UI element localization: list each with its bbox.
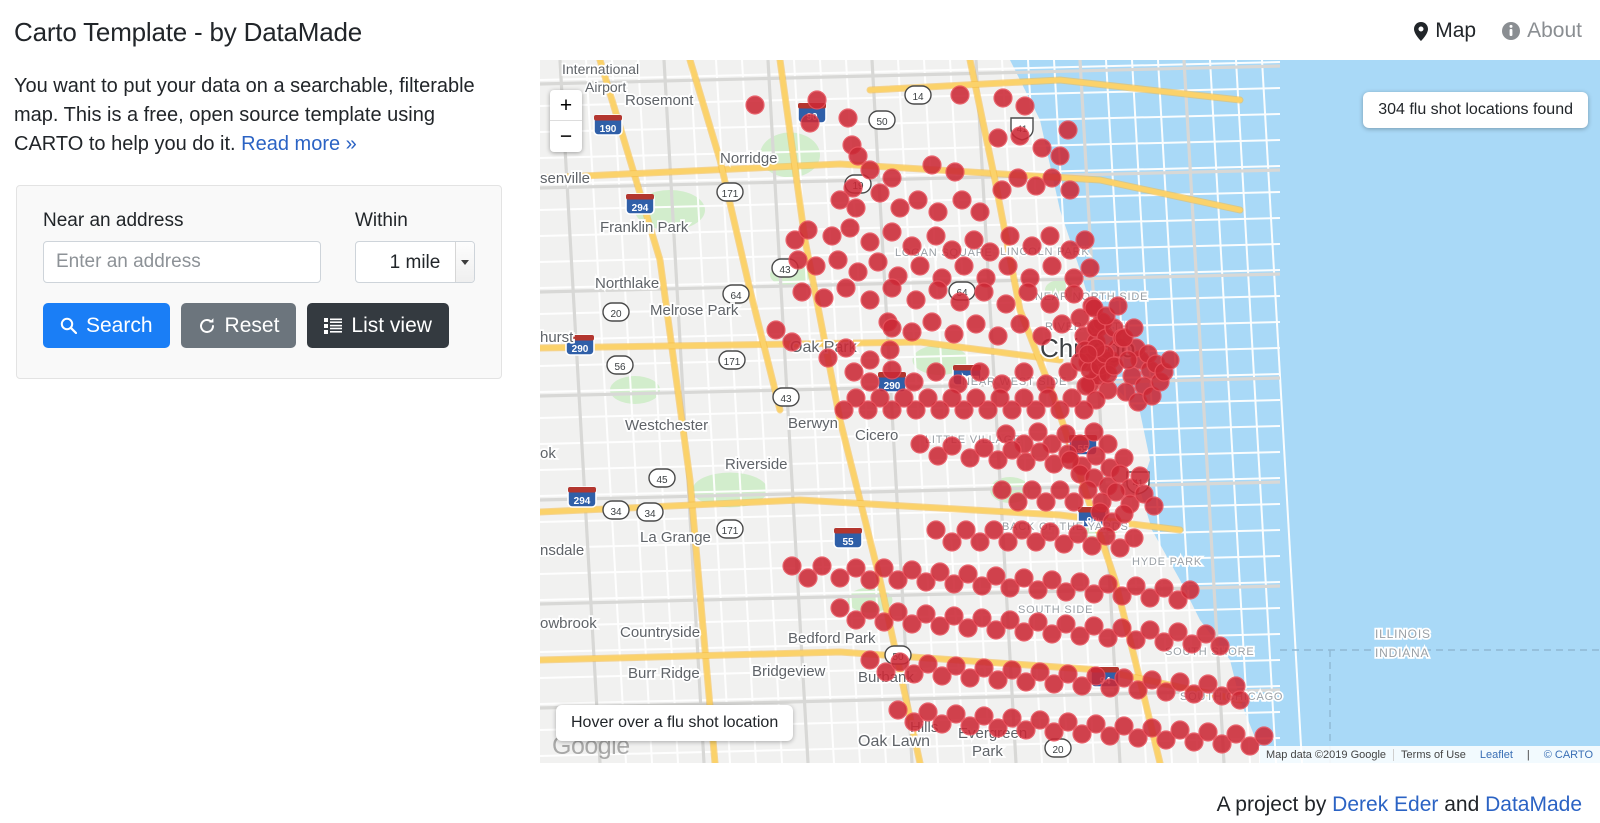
svg-text:HYDE PARK: HYDE PARK bbox=[1132, 556, 1202, 568]
svg-text:50: 50 bbox=[876, 117, 888, 128]
app-root: Carto Template - by DataMade Map About Y… bbox=[0, 0, 1600, 823]
info-circle-icon bbox=[1502, 22, 1521, 40]
svg-text:nsdale: nsdale bbox=[540, 542, 584, 559]
svg-text:20: 20 bbox=[610, 309, 622, 320]
svg-text:190: 190 bbox=[600, 124, 617, 135]
svg-text:43: 43 bbox=[779, 265, 791, 276]
magnifier-icon bbox=[60, 317, 77, 334]
svg-text:senville: senville bbox=[540, 170, 590, 187]
search-input[interactable] bbox=[43, 241, 321, 283]
svg-text:Park: Park bbox=[972, 743, 1003, 760]
svg-text:Riverside: Riverside bbox=[725, 456, 788, 473]
svg-text:International: International bbox=[562, 61, 639, 77]
address-label: Near an address bbox=[43, 210, 184, 231]
svg-text:34: 34 bbox=[610, 507, 622, 518]
map-attribution: Map data ©2019 Google Terms of Use Leafl… bbox=[1259, 746, 1600, 763]
hover-hint-tooltip: Hover over a flu shot location bbox=[556, 705, 794, 741]
attribution-carto-link[interactable]: © CARTO bbox=[1537, 749, 1600, 761]
svg-text:171: 171 bbox=[722, 526, 739, 537]
svg-text:56: 56 bbox=[614, 362, 626, 373]
zoom-out-button[interactable]: − bbox=[550, 121, 582, 152]
nav-item-map[interactable]: Map bbox=[1414, 19, 1476, 43]
svg-text:Bridgeview: Bridgeview bbox=[752, 663, 826, 680]
svg-text:20: 20 bbox=[1052, 745, 1064, 756]
leaflet-link-text[interactable]: Leaflet bbox=[1480, 749, 1513, 761]
within-select-shell: 1 mile bbox=[355, 241, 475, 283]
svg-text:Rosemont: Rosemont bbox=[625, 92, 694, 109]
map-basemap: 1450419019019171294436464202901715629090… bbox=[540, 60, 1600, 763]
list-icon bbox=[324, 317, 343, 334]
svg-text:Countryside: Countryside bbox=[620, 624, 700, 641]
svg-text:Cicero: Cicero bbox=[855, 427, 898, 444]
attribution-leaflet-link[interactable]: Leaflet bbox=[1473, 749, 1520, 761]
svg-text:Berwyn: Berwyn bbox=[788, 415, 838, 432]
svg-text:INDIANA: INDIANA bbox=[1375, 646, 1429, 660]
svg-text:Franklin Park: Franklin Park bbox=[600, 219, 689, 236]
nav-item-about-label: About bbox=[1527, 19, 1582, 42]
svg-text:Oak Lawn: Oak Lawn bbox=[858, 733, 930, 750]
svg-text:SOUTH SIDE: SOUTH SIDE bbox=[1018, 604, 1093, 616]
search-panel: Near an address Within 1 mile bbox=[16, 185, 502, 379]
svg-text:43: 43 bbox=[780, 394, 792, 405]
reset-button-label: Reset bbox=[224, 313, 280, 337]
nav-item-map-label: Map bbox=[1435, 19, 1477, 42]
svg-text:Melrose Park: Melrose Park bbox=[650, 302, 739, 319]
svg-text:294: 294 bbox=[632, 203, 649, 214]
svg-text:55: 55 bbox=[842, 537, 854, 548]
svg-text:64: 64 bbox=[730, 291, 742, 302]
svg-text:Westchester: Westchester bbox=[625, 417, 708, 434]
svg-text:14: 14 bbox=[912, 92, 924, 103]
page-title: Carto Template - by DataMade bbox=[14, 17, 362, 47]
svg-text:Norridge: Norridge bbox=[720, 150, 778, 167]
svg-text:294: 294 bbox=[574, 496, 591, 507]
within-field-group: Within 1 mile bbox=[355, 210, 475, 283]
svg-text:Burr Ridge: Burr Ridge bbox=[628, 665, 700, 682]
refresh-icon bbox=[198, 317, 216, 335]
site-footer: A project by Derek Eder and DataMade bbox=[1217, 793, 1582, 817]
map-zoom-controls: + − bbox=[550, 90, 582, 152]
search-actions: Search Reset List view bbox=[17, 283, 501, 348]
svg-text:171: 171 bbox=[724, 357, 741, 368]
map-pin-icon bbox=[1414, 21, 1429, 41]
svg-text:ILLINOIS: ILLINOIS bbox=[1375, 627, 1431, 641]
within-select[interactable]: 1 mile bbox=[355, 241, 475, 283]
list-view-button[interactable]: List view bbox=[307, 303, 449, 348]
svg-text:Airport: Airport bbox=[585, 79, 626, 95]
attribution-separator: | bbox=[1526, 748, 1530, 761]
search-fields-row: Near an address Within 1 mile bbox=[17, 186, 501, 283]
svg-text:34: 34 bbox=[644, 509, 656, 520]
list-view-button-label: List view bbox=[351, 313, 432, 337]
nav-item-about[interactable]: About bbox=[1502, 19, 1582, 43]
svg-text:La Grange: La Grange bbox=[640, 529, 711, 546]
svg-text:290: 290 bbox=[572, 344, 589, 355]
svg-text:45: 45 bbox=[656, 475, 668, 486]
footer-prefix: A project by bbox=[1216, 793, 1333, 816]
search-button-label: Search bbox=[86, 313, 153, 337]
svg-text:Northlake: Northlake bbox=[595, 275, 659, 292]
address-field-group: Near an address bbox=[43, 210, 321, 283]
attribution-map-data: Map data ©2019 Google bbox=[1266, 748, 1387, 761]
svg-text:hurst: hurst bbox=[540, 329, 574, 346]
svg-text:Bedford Park: Bedford Park bbox=[788, 630, 876, 647]
footer-author-link[interactable]: Derek Eder bbox=[1332, 793, 1438, 816]
svg-text:owbrook: owbrook bbox=[540, 615, 597, 632]
svg-text:ok: ok bbox=[540, 445, 556, 462]
attribution-terms-link[interactable]: Terms of Use bbox=[1394, 749, 1473, 761]
zoom-in-button[interactable]: + bbox=[550, 90, 582, 121]
read-more-link[interactable]: Read more » bbox=[241, 133, 357, 155]
main-nav: Map About bbox=[1414, 19, 1582, 43]
carto-link-text[interactable]: © CARTO bbox=[1544, 749, 1593, 761]
result-count-badge: 304 flu shot locations found bbox=[1363, 92, 1588, 128]
svg-text:171: 171 bbox=[722, 189, 739, 200]
footer-org-link[interactable]: DataMade bbox=[1485, 793, 1582, 816]
map-container[interactable]: 1450419019019171294436464202901715629090… bbox=[540, 60, 1600, 763]
within-label: Within bbox=[355, 210, 408, 231]
intro-paragraph: You want to put your data on a searchabl… bbox=[14, 72, 502, 159]
svg-text:SOUTH SHORE: SOUTH SHORE bbox=[1165, 646, 1254, 658]
search-button[interactable]: Search bbox=[43, 303, 170, 348]
reset-button[interactable]: Reset bbox=[180, 303, 297, 348]
footer-middle: and bbox=[1438, 793, 1486, 816]
